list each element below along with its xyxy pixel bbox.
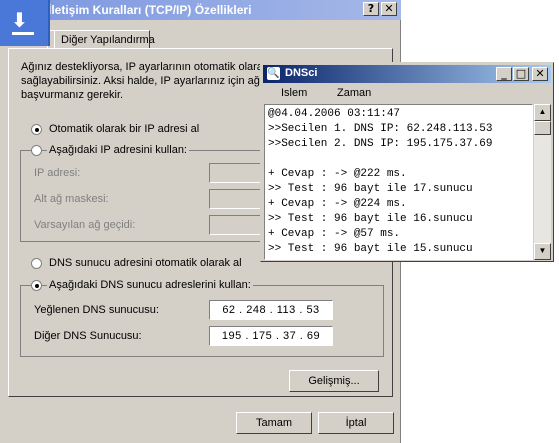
dialog-title: İletişim Kuralları (TCP/IP) Özellikleri bbox=[48, 3, 252, 17]
log-output[interactable]: @04.04.2006 03:11:47 >>Secilen 1. DNS IP… bbox=[264, 104, 533, 260]
maximize-button[interactable]: □ bbox=[513, 67, 529, 81]
scroll-thumb[interactable] bbox=[534, 121, 551, 135]
dns-manual-radio[interactable] bbox=[31, 280, 42, 291]
download-icon: ⬇ bbox=[0, 0, 50, 46]
dns-group-box bbox=[20, 285, 384, 357]
ip-manual-radio[interactable] bbox=[31, 145, 42, 156]
alternate-dns-label: Diğer DNS Sunucusu: bbox=[34, 330, 142, 342]
minimize-button[interactable]: _ bbox=[496, 67, 512, 81]
ip-address-label: IP adresi: bbox=[34, 167, 81, 179]
ok-button[interactable]: Tamam bbox=[236, 412, 312, 434]
dnsci-window: 🔍 DNSci _ □ ✕ Islem Zaman @04.04.2006 03… bbox=[260, 62, 554, 262]
dns-auto-radio[interactable] bbox=[31, 258, 42, 269]
log-line: >>Secilen 2. DNS IP: 195.175.37.69 bbox=[268, 138, 493, 150]
alternate-dns-field[interactable]: 195 . 175 . 37 . 69 bbox=[209, 326, 333, 346]
scroll-up-icon[interactable]: ▲ bbox=[534, 104, 551, 121]
menu-bar: Islem Zaman bbox=[263, 85, 551, 101]
preferred-dns-label: Yeğlenen DNS sunucusu: bbox=[34, 304, 159, 316]
scroll-down-icon[interactable]: ▼ bbox=[534, 243, 551, 260]
dns-manual-label[interactable]: Aşağıdaki DNS sunucu adreslerini kullan: bbox=[47, 279, 253, 291]
preferred-dns-field[interactable]: 62 . 248 . 113 . 53 bbox=[209, 300, 333, 320]
intro-line-3: başvurmanız gerekir. bbox=[21, 89, 124, 101]
log-line: >> Test : 96 bayt ile 16.sunucu bbox=[268, 213, 473, 225]
log-line: + Cevap : -> @224 ms. bbox=[268, 198, 407, 210]
menu-zaman[interactable]: Zaman bbox=[337, 87, 371, 99]
log-line: + Cevap : -> @222 ms. bbox=[268, 168, 407, 180]
cancel-button[interactable]: İptal bbox=[318, 412, 394, 434]
intro-line-2: sağlayabilirsiniz. Aksi halde, IP ayarla… bbox=[21, 75, 275, 87]
log-line: >> Test : 96 bayt ile 15.sunucu bbox=[268, 243, 473, 255]
dnsci-title: DNSci bbox=[285, 67, 318, 79]
log-line: + Cevap : -> @57 ms. bbox=[268, 228, 401, 240]
tab-other-config[interactable]: Diğer Yapılandırma bbox=[54, 30, 155, 48]
help-button[interactable]: ? bbox=[363, 2, 379, 16]
dnsci-titlebar[interactable]: 🔍 DNSci _ □ ✕ bbox=[263, 65, 551, 83]
ip-manual-label[interactable]: Aşağıdaki IP adresini kullan: bbox=[47, 144, 189, 156]
vertical-scrollbar[interactable]: ▲ ▼ bbox=[534, 104, 551, 260]
subnet-label: Alt ağ maskesi: bbox=[34, 193, 109, 205]
close-button[interactable]: ✕ bbox=[381, 2, 397, 16]
intro-line-1: Ağınız destekliyorsa, IP ayarlarının oto… bbox=[21, 61, 278, 73]
dns-auto-label[interactable]: DNS sunucu adresini otomatik olarak al bbox=[49, 257, 242, 269]
ip-auto-label[interactable]: Otomatik olarak bir IP adresi al bbox=[49, 123, 199, 135]
log-line: >> Test : 96 bayt ile 17.sunucu bbox=[268, 183, 473, 195]
dnsci-close-button[interactable]: ✕ bbox=[532, 67, 548, 81]
log-line: >>Secilen 1. DNS IP: 62.248.113.53 bbox=[268, 123, 493, 135]
dialog-titlebar[interactable]: İletişim Kuralları (TCP/IP) Özellikleri … bbox=[0, 0, 401, 20]
log-line: @04.04.2006 03:11:47 bbox=[268, 108, 401, 120]
menu-islem[interactable]: Islem bbox=[281, 87, 307, 99]
advanced-button[interactable]: Gelişmiş... bbox=[289, 370, 379, 392]
ip-auto-radio[interactable] bbox=[31, 124, 42, 135]
gateway-label: Varsayılan ağ geçidi: bbox=[34, 219, 136, 231]
magnifier-icon: 🔍 bbox=[267, 67, 280, 80]
